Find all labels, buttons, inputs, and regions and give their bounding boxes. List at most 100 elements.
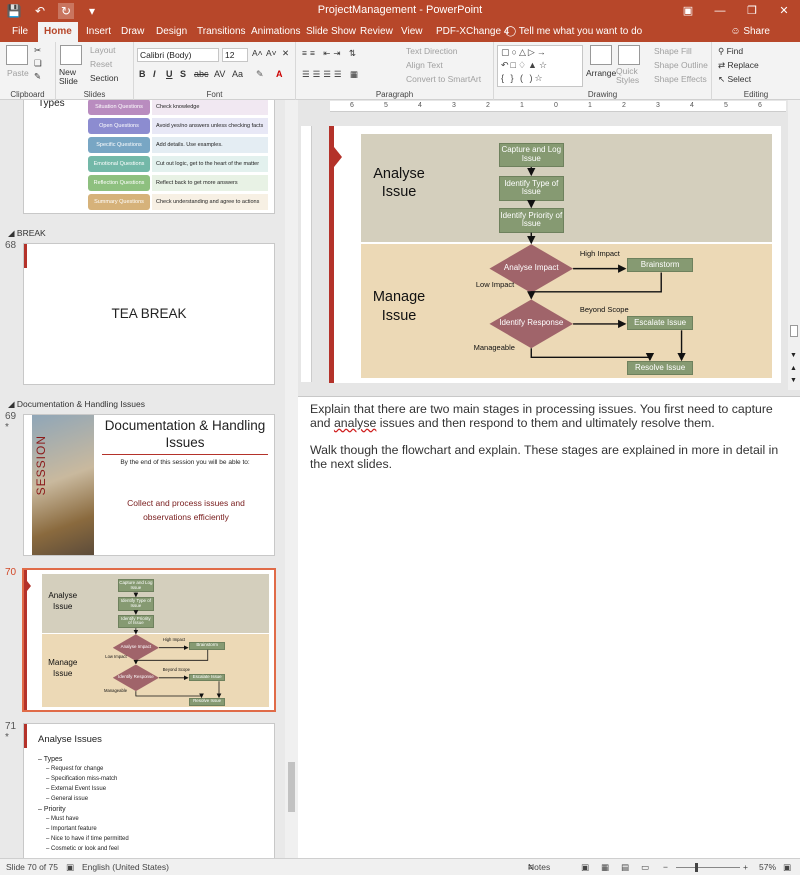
bullet-text: Priority [43,806,66,813]
convert-smartart-button[interactable]: Convert to SmartArt [406,74,481,84]
slide-number-71: 71 [5,721,17,732]
tab-review[interactable]: Review [354,22,399,42]
section-button[interactable]: Section [90,73,118,83]
align-buttons[interactable]: ☰☰☰☰ ▦ [302,69,361,80]
font-color-icon[interactable]: A [276,69,283,79]
slide-thumbnail-70[interactable]: Analyse Issue Manage Issue Capture and Log… [22,568,276,712]
new-slide-button[interactable]: New Slide [59,68,87,86]
paste-button[interactable]: Paste [7,68,29,78]
zoom-in-icon[interactable]: + [743,859,748,875]
zoom-out-icon[interactable]: − [663,859,668,875]
slide-counter[interactable]: Slide 70 of 75 [6,859,58,875]
tab-design[interactable]: Design [150,22,193,42]
align-text-button[interactable]: Align Text [406,60,443,70]
vertical-ruler [301,126,312,382]
shape-outline-button[interactable]: Shape Outline [654,60,708,70]
format-painter-icon[interactable]: ✎ [34,71,41,82]
font-size-select[interactable]: 12 [222,48,248,62]
tab-draw[interactable]: Draw [115,22,150,42]
change-case-icon[interactable]: Aa [232,69,243,79]
clear-formatting-icon[interactable]: ✕ [282,48,289,59]
zoom-level[interactable]: 57% [759,859,776,875]
close-icon[interactable]: ✕ [768,0,800,22]
next-slide-icon[interactable]: ▼ [790,377,797,384]
tab-insert[interactable]: Insert [80,22,117,42]
slide71-bullet: – Must have [46,816,79,822]
editor-scrollbar-thumb[interactable] [790,325,798,337]
char-spacing-icon[interactable]: AV [214,69,225,79]
tab-pdf-xchange[interactable]: PDF-XChange 4 [430,22,515,42]
person-icon: ☺ [730,26,744,37]
minimize-icon[interactable]: — [704,0,736,22]
italic-icon[interactable]: I [153,69,156,79]
reset-button[interactable]: Reset [90,59,112,69]
collapse-icon: ◢ [8,228,17,238]
shape-fill-button[interactable]: Shape Fill [654,46,692,56]
slide71-accent [24,724,27,748]
arrange-icon[interactable] [590,45,612,65]
reading-view-icon[interactable]: ▤ [621,859,629,875]
increase-font-icon[interactable]: A˄ [252,48,263,58]
thumbnail-scrollbar[interactable] [285,100,298,858]
ribbon-options-icon[interactable]: ▣ [672,0,704,22]
paragraph-label: Paragraph [375,90,414,99]
highlight-icon[interactable]: ✎ [256,69,264,80]
find-button[interactable]: ⚲ Find [718,46,743,57]
slide-thumbnail-66[interactable]: Types Situation Questions Check knowledge… [23,100,275,214]
layout-button[interactable]: Layout [90,45,116,55]
tell-me-box[interactable]: ◯ Tell me what you want to do [505,22,642,42]
arrow-brainstorm-to-response [527,272,662,300]
copy-icon[interactable]: ❏ [34,58,42,69]
slideshow-icon[interactable]: ▭ [641,859,649,875]
notes-pane[interactable]: Explain that there are two main stages i… [298,396,800,858]
cut-icon[interactable]: ✂ [34,45,41,56]
language-indicator[interactable]: English (United States) [82,859,169,875]
shape-effects-button[interactable]: Shape Effects [654,74,707,84]
select-button[interactable]: ↖ Select [718,74,751,85]
tab-slide-show[interactable]: Slide Show [300,22,362,42]
tab-animations[interactable]: Animations [245,22,306,42]
restore-icon[interactable]: ❐ [736,0,768,22]
list-buttons[interactable]: ≡≡ ⇤⇥ ⇅ [302,48,359,59]
strikethrough-icon[interactable]: abc [194,69,209,79]
section-header-documentation[interactable]: ◢ Documentation & Handling Issues [8,399,145,410]
normal-view-icon[interactable]: ▣ [581,859,589,875]
scrollbar-thumb[interactable] [288,762,295,812]
editor-scrollbar[interactable]: ▼ ▲ ▼ [788,100,800,390]
prev-slide-icon[interactable]: ▲ [790,365,797,372]
section-header-break[interactable]: ◢ BREAK [8,228,46,239]
font-family-select[interactable]: Calibri (Body) [137,48,219,62]
slide-canvas[interactable]: Analyse Issue Manage Issue Capture and Log… [329,126,781,383]
zoom-slider[interactable] [676,867,740,868]
slide-sorter-icon[interactable]: ▦ [601,859,609,875]
slide-thumbnail-69[interactable]: SESSION Documentation & Handling Issues … [23,414,275,556]
quick-styles-button[interactable]: Quick Styles [616,67,644,85]
paste-icon[interactable] [6,45,28,65]
new-slide-icon[interactable] [60,45,82,65]
tab-home[interactable]: Home [38,22,78,42]
scroll-down-icon[interactable]: ▼ [790,352,797,359]
tab-file[interactable]: File [6,22,34,42]
underline-icon[interactable]: U [166,69,173,79]
slide-thumbnail-68[interactable]: TEA BREAK [23,243,275,385]
spellcheck-icon[interactable]: ▣ [66,859,74,875]
share-button[interactable]: ☺ Share [730,22,770,42]
text-direction-button[interactable]: Text Direction [406,46,458,56]
decrease-font-icon[interactable]: A˅ [266,48,277,58]
bold-icon[interactable]: B [139,69,146,79]
slide-thumbnail-71[interactable]: Analyse Issues – Types – Request for chan… [23,723,275,858]
title-bar: 💾 ↶ ↻ ▾ ProjectManagement - PowerPoint ▣… [0,0,800,22]
arrange-button[interactable]: Arrange [586,68,616,78]
slide-number-68: 68 [5,240,17,251]
find-label: Find [726,46,744,56]
zoom-slider-handle[interactable] [695,863,698,872]
slide70-thumb-flowchart: Analyse Issue Manage Issue Capture and Log… [24,570,274,710]
fit-slide-icon[interactable]: ▣ [783,859,791,875]
shadow-icon[interactable]: S [180,69,186,79]
tab-transitions[interactable]: Transitions [191,22,252,42]
tab-view[interactable]: View [395,22,429,42]
bullet-text: Cosmetic or look and feel [51,846,119,852]
quick-styles-icon[interactable] [618,45,640,65]
shapes-gallery[interactable]: ▢○△▷→ ↶□♢▲☆{ } ( )☆ [497,45,583,87]
replace-button[interactable]: ⇄ Replace [718,60,759,71]
